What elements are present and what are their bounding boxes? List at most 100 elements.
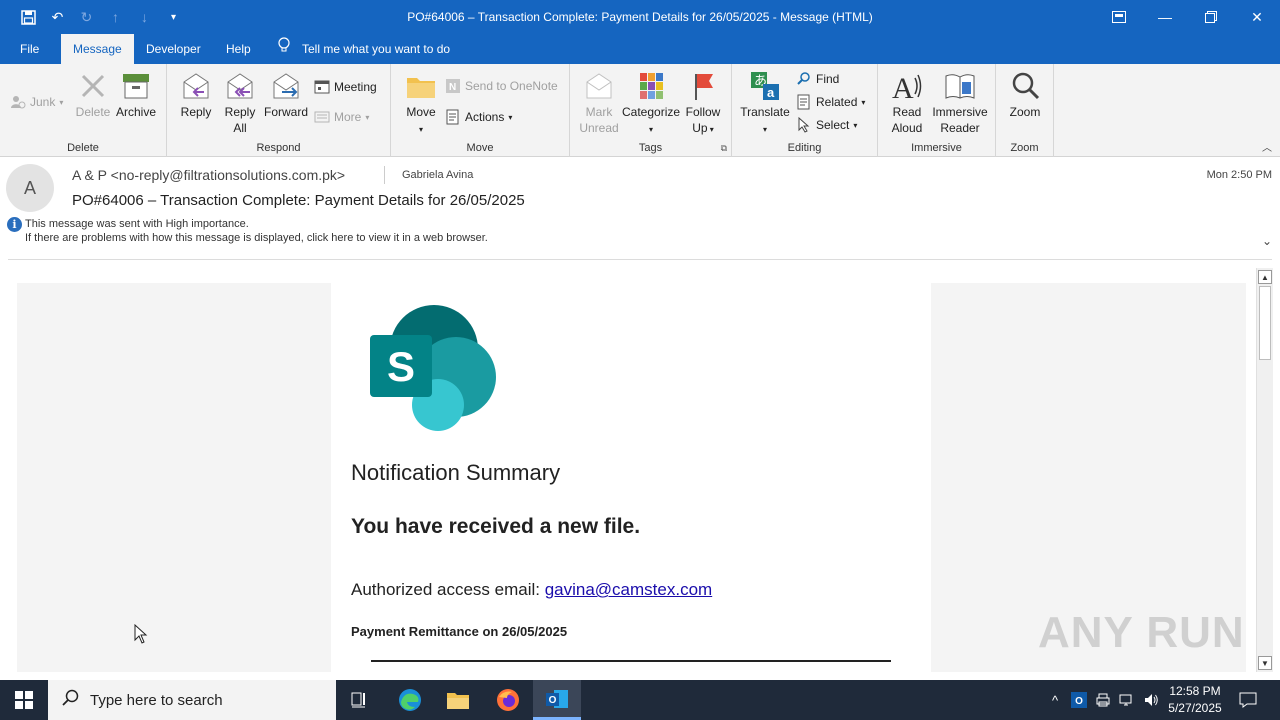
immersive-reader-button[interactable]: Immersive Reader xyxy=(930,70,990,136)
tab-help[interactable]: Help xyxy=(214,34,263,64)
delete-group: Junk ▾ Delete Archive Delete xyxy=(0,64,167,157)
header-separator xyxy=(384,166,385,184)
actions-icon xyxy=(445,109,461,125)
delete-icon xyxy=(77,70,109,102)
edge-browser-icon[interactable] xyxy=(386,680,434,720)
collapse-ribbon-icon[interactable]: ︿ xyxy=(1262,139,1272,154)
tab-message[interactable]: Message xyxy=(61,34,134,64)
search-placeholder: Type here to search xyxy=(90,691,223,709)
zoom-group-label: Zoom xyxy=(1010,142,1039,154)
editing-group: あa Translate ▾ Find Related ▾ Select ▾ Edit… xyxy=(732,64,878,157)
chevron-down-icon[interactable]: ⌄ xyxy=(1262,234,1272,248)
move-group: Move ▾ N Send to OneNote Actions ▾ Move xyxy=(391,64,570,157)
move-button[interactable]: Move ▾ xyxy=(401,70,441,138)
header-divider xyxy=(8,259,1272,260)
meeting-button[interactable]: Meeting xyxy=(314,77,377,97)
reply-all-button[interactable]: Reply All xyxy=(219,70,261,136)
notification-center-icon[interactable] xyxy=(1232,680,1264,720)
watermark: ANY RUN xyxy=(1038,608,1245,657)
ribbon-display-options-icon[interactable] xyxy=(1096,0,1142,34)
sender[interactable]: A & P <no-reply@filtrationsolutions.com.… xyxy=(72,167,345,183)
actions-button[interactable]: Actions ▾ xyxy=(445,107,512,127)
delete-button[interactable]: Delete xyxy=(72,70,114,120)
select-button[interactable]: Select ▾ xyxy=(796,115,857,135)
network-icon[interactable] xyxy=(1116,680,1138,720)
importance-notice: This message was sent with High importan… xyxy=(25,218,249,230)
junk-button[interactable]: Junk ▾ xyxy=(10,92,63,112)
immersive-group: A Read Aloud Immersive Reader Immersive xyxy=(878,64,996,157)
mouse-cursor-icon xyxy=(134,623,148,649)
taskbar-clock[interactable]: 12:58 PM 5/27/2025 xyxy=(1160,683,1230,717)
show-hidden-icons-icon[interactable]: ^ xyxy=(1044,680,1066,720)
junk-icon xyxy=(10,94,26,110)
svg-text:A: A xyxy=(892,72,914,102)
zoom-group: Zoom Zoom xyxy=(996,64,1054,157)
volume-icon[interactable] xyxy=(1140,680,1162,720)
file-explorer-icon[interactable] xyxy=(434,680,482,720)
sharepoint-logo-icon: S xyxy=(368,303,500,431)
message-header: A A & P <no-reply@filtrationsolutions.co… xyxy=(0,158,1280,258)
avatar: A xyxy=(6,164,54,212)
archive-icon xyxy=(120,70,152,102)
firefox-icon[interactable] xyxy=(484,680,532,720)
dialog-launcher-icon[interactable]: ⧉ xyxy=(721,143,727,154)
select-cursor-icon xyxy=(796,116,812,133)
scroll-thumb[interactable] xyxy=(1259,286,1271,360)
tags-group-label: Tags xyxy=(638,142,663,154)
authorized-email-line: Authorized access email: gavina@camstex.… xyxy=(351,580,712,600)
window-title: PO#64006 – Transaction Complete: Payment… xyxy=(407,10,873,24)
follow-up-button[interactable]: Follow Up ▾ xyxy=(682,70,724,138)
view-in-browser-notice[interactable]: If there are problems with how this mess… xyxy=(25,232,488,244)
tell-me-box[interactable]: Tell me what you want to do xyxy=(278,34,450,64)
outlook-taskbar-icon[interactable]: O xyxy=(533,680,581,720)
received-date: Mon 2:50 PM xyxy=(1206,169,1272,181)
reply-all-icon xyxy=(224,70,256,102)
translate-button[interactable]: あa Translate ▾ xyxy=(738,70,792,138)
zoom-button[interactable]: Zoom xyxy=(1004,70,1046,120)
related-button[interactable]: Related ▾ xyxy=(796,92,865,112)
more-icon xyxy=(314,109,330,125)
mark-unread-icon xyxy=(583,70,615,102)
authorized-email-link[interactable]: gavina@camstex.com xyxy=(545,580,713,599)
restore-icon[interactable] xyxy=(1188,0,1234,34)
reply-icon xyxy=(180,70,212,102)
mark-unread-button[interactable]: Mark Unread xyxy=(576,70,622,136)
tab-file[interactable]: File xyxy=(8,34,51,64)
task-view-icon[interactable] xyxy=(336,680,384,720)
vertical-scrollbar[interactable]: ▲ ▼ xyxy=(1256,268,1273,672)
more-button[interactable]: More ▾ xyxy=(314,107,369,127)
recipient[interactable]: Gabriela Avina xyxy=(402,169,473,181)
delete-group-label: Delete xyxy=(67,142,99,154)
scroll-down-icon[interactable]: ▼ xyxy=(1258,656,1272,670)
respond-group-label: Respond xyxy=(256,142,301,154)
printer-tray-icon[interactable] xyxy=(1092,680,1114,720)
svg-text:a: a xyxy=(767,85,775,100)
move-group-label: Move xyxy=(466,142,494,154)
title-bar: ↶ ↻ ↑ ↓ ▾ PO#64006 – Transaction Complet… xyxy=(0,0,1280,34)
minimize-icon[interactable]: — xyxy=(1142,0,1188,34)
clock-time: 12:58 PM xyxy=(1169,684,1221,698)
tags-group: Mark Unread Categorize ▾ Follow Up ▾ Tags… xyxy=(570,64,732,157)
immersive-reader-icon xyxy=(944,70,976,102)
search-icon xyxy=(62,689,80,711)
scroll-up-icon[interactable]: ▲ xyxy=(1258,270,1272,284)
read-aloud-button[interactable]: A Read Aloud xyxy=(884,70,930,136)
payment-remittance: Payment Remittance on 26/05/2025 xyxy=(351,624,568,639)
reply-button[interactable]: Reply xyxy=(175,70,217,120)
close-icon[interactable]: ✕ xyxy=(1234,0,1280,34)
svg-text:O: O xyxy=(1075,696,1083,707)
taskbar-search-box[interactable]: Type here to search xyxy=(48,680,336,720)
windows-start-icon[interactable] xyxy=(0,680,48,720)
send-to-onenote-button[interactable]: N Send to OneNote xyxy=(445,76,558,96)
taskbar: Type here to search O ^ O 12:58 PM 5/27/… xyxy=(0,680,1280,720)
ribbon: Junk ▾ Delete Archive Delete Reply Reply … xyxy=(0,64,1280,157)
archive-button[interactable]: Archive xyxy=(114,70,158,120)
immersive-group-label: Immersive xyxy=(911,142,962,154)
message-subject: PO#64006 – Transaction Complete: Payment… xyxy=(72,192,525,209)
respond-group: Reply Reply All Forward Meeting More ▾ Re… xyxy=(167,64,391,157)
forward-button[interactable]: Forward xyxy=(263,70,309,120)
categorize-button[interactable]: Categorize ▾ xyxy=(622,70,680,138)
find-button[interactable]: Find xyxy=(796,69,839,89)
outlook-tray-icon[interactable]: O xyxy=(1068,680,1090,720)
tab-developer[interactable]: Developer xyxy=(134,34,213,64)
